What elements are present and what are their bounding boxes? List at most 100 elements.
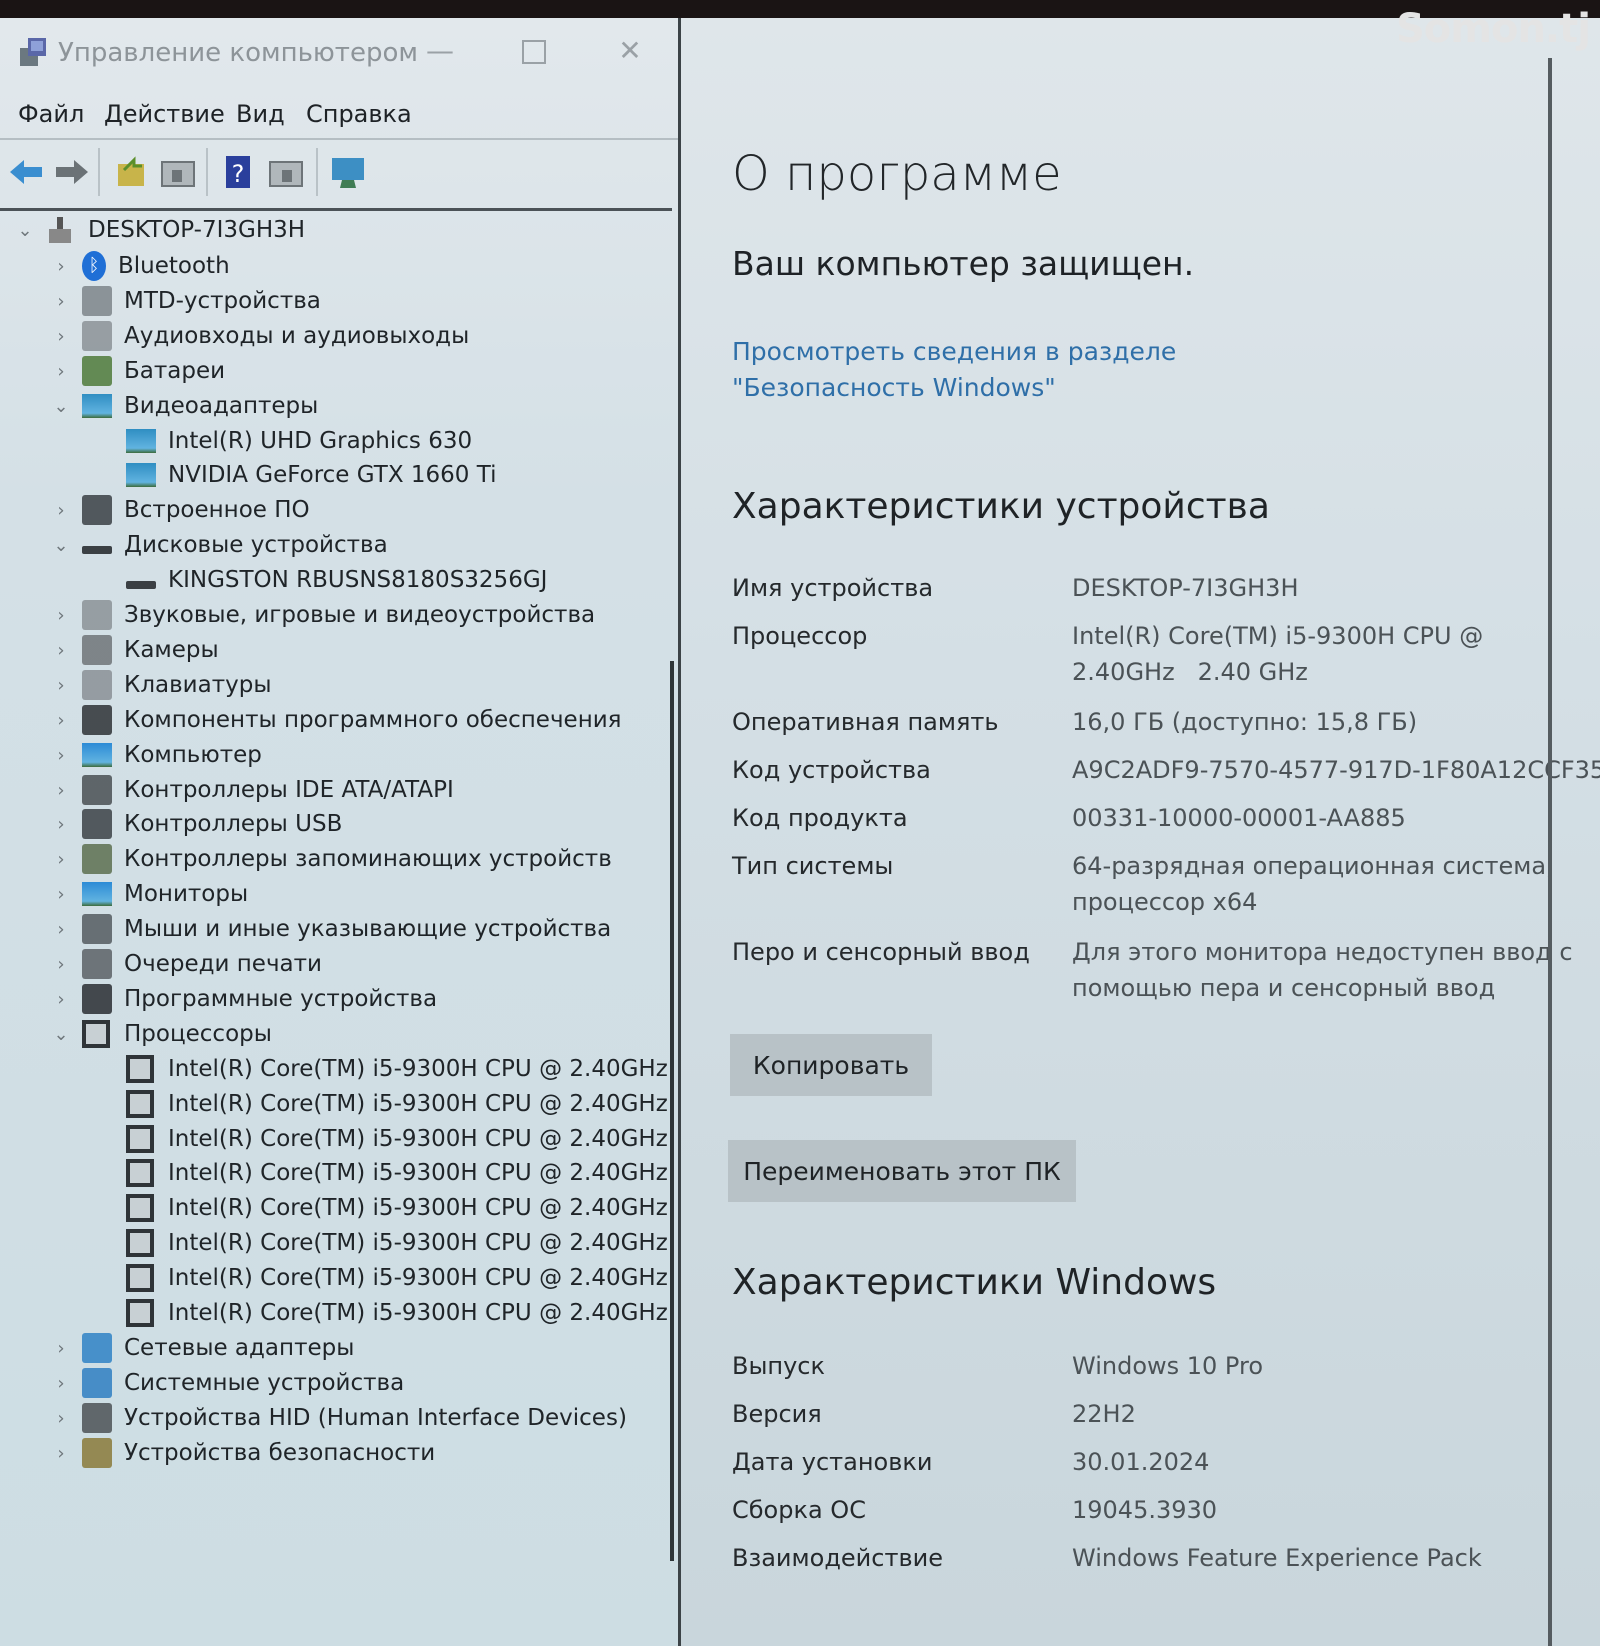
tree-device[interactable]: Intel(R) Core(TM) i5-9300H CPU @ 2.40GHz [126,1122,668,1156]
tree-category[interactable]: › Системные устройства [50,1366,404,1400]
minimize-button[interactable]: — [420,34,460,68]
chevron-right-icon[interactable]: › [50,1338,72,1359]
menu-bar: Файл Действие Вид Справка [0,92,678,136]
tree-category[interactable]: › Встроенное ПО [50,493,310,527]
tree-category[interactable]: › Очереди печати [50,947,322,981]
chevron-right-icon[interactable]: › [50,989,72,1010]
chevron-right-icon[interactable]: › [50,256,72,277]
tree-item-label: Видеоадаптеры [124,393,319,419]
rename-pc-button[interactable]: Переименовать этот ПК [728,1140,1076,1202]
tree-category[interactable]: › Контроллеры USB [50,807,342,841]
chevron-right-icon[interactable]: › [50,1373,72,1394]
disk-drive-icon [82,546,112,554]
chevron-right-icon[interactable]: › [50,745,72,766]
up-folder-icon[interactable] [112,150,152,194]
tree-category[interactable]: › Контроллеры IDE ATA/ATAPI [50,773,454,807]
tree-category[interactable]: › Устройства HID (Human Interface Devices… [50,1401,627,1435]
tree-device[interactable]: Intel(R) Core(TM) i5-9300H CPU @ 2.40GHz [126,1087,668,1121]
tree-item-label: Сетевые адаптеры [124,1335,355,1361]
processor-icon [82,1020,110,1048]
menu-help[interactable]: Справка [306,100,412,128]
chevron-down-icon[interactable]: ⌄ [50,535,72,556]
tree-category[interactable]: › Мониторы [50,877,248,911]
chevron-right-icon[interactable]: › [50,675,72,696]
menu-view[interactable]: Вид [236,100,285,128]
tree-category[interactable]: › Контроллеры запоминающих устройств [50,842,612,876]
chevron-right-icon[interactable]: › [50,326,72,347]
tree-category[interactable]: › Компьютер [50,738,262,772]
menu-action[interactable]: Действие [104,100,225,128]
title-bar[interactable]: Управление компьютером — ✕ [0,18,678,82]
copy-button[interactable]: Копировать [730,1034,932,1096]
show-action-pane-icon[interactable] [266,150,306,194]
tree-category[interactable]: › Сетевые адаптеры [50,1331,354,1365]
chevron-right-icon[interactable]: › [50,849,72,870]
menu-file[interactable]: Файл [18,100,84,128]
tree-category[interactable]: ⌄ Дисковые устройства [50,528,387,562]
tree-device[interactable]: Intel(R) UHD Graphics 630 [126,424,472,458]
window-border [1548,58,1552,1646]
processor-icon [126,1264,154,1292]
close-button[interactable]: ✕ [610,34,650,68]
chevron-right-icon[interactable]: › [50,500,72,521]
monitor-icon[interactable] [328,150,368,194]
disk-drive-icon [126,581,156,589]
chevron-right-icon[interactable]: › [50,884,72,905]
tree-category[interactable]: › Звуковые, игровые и видеоустройства [50,598,595,632]
tree-device[interactable]: Intel(R) Core(TM) i5-9300H CPU @ 2.40GHz [126,1191,668,1225]
tree-category[interactable]: › Клавиатуры [50,668,272,702]
chevron-right-icon[interactable]: › [50,780,72,801]
chevron-right-icon[interactable]: › [50,954,72,975]
tree-item-label: Встроенное ПО [124,497,310,523]
tree-category[interactable]: › Мыши и иные указывающие устройства [50,912,611,946]
tree-device[interactable]: Intel(R) Core(TM) i5-9300H CPU @ 2.40GHz [126,1156,668,1190]
storage-controller-icon [82,844,112,874]
tree-category[interactable]: › Аудиовходы и аудиовыходы [50,319,469,353]
tree-category[interactable]: ⌄ Видеоадаптеры [50,389,318,423]
chevron-right-icon[interactable]: › [50,814,72,835]
chevron-right-icon[interactable]: › [50,361,72,382]
tree-device[interactable]: KINGSTON RBUSNS8180S3256GJ [126,563,547,597]
processor-icon [126,1229,154,1257]
tree-category[interactable]: › Компоненты программного обеспечения [50,703,622,737]
windows-security-link[interactable]: Просмотреть сведения в разделе "Безопасн… [732,334,1372,406]
chevron-right-icon[interactable]: › [50,919,72,940]
tree-item-label: Контроллеры запоминающих устройств [124,846,612,872]
show-hide-tree-icon[interactable] [158,150,198,194]
tree-category[interactable]: › Программные устройства [50,982,437,1016]
tree-device[interactable]: Intel(R) Core(TM) i5-9300H CPU @ 2.40GHz [126,1296,668,1330]
toolbar-separator [206,148,208,196]
protection-status: Ваш компьютер защищен. [732,244,1195,283]
tree-root[interactable]: ⌄ DESKTOP-7I3GH3H [14,213,305,247]
chevron-right-icon[interactable]: › [50,1408,72,1429]
display-adapter-icon [126,463,156,487]
tree-device[interactable]: Intel(R) Core(TM) i5-9300H CPU @ 2.40GHz [126,1226,668,1260]
tree-device[interactable]: Intel(R) Core(TM) i5-9300H CPU @ 2.40GHz [126,1261,668,1295]
chevron-right-icon[interactable]: › [50,291,72,312]
chevron-right-icon[interactable]: › [50,605,72,626]
chevron-down-icon[interactable]: ⌄ [50,396,72,417]
chevron-down-icon[interactable]: ⌄ [14,220,36,241]
tree-category[interactable]: › MTD-устройства [50,284,321,318]
tree-category[interactable]: ⌄ Процессоры [50,1017,272,1051]
chevron-right-icon[interactable]: › [50,710,72,731]
toolbar-separator [316,148,318,196]
back-icon[interactable] [6,150,46,194]
chevron-right-icon[interactable]: › [50,640,72,661]
tree-device[interactable]: Intel(R) Core(TM) i5-9300H CPU @ 2.40GHz [126,1052,668,1086]
tree-category[interactable]: › Батареи [50,354,225,388]
help-icon[interactable]: ? [218,150,258,194]
tree-category[interactable]: › Устройства безопасности [50,1436,435,1470]
tree-item-label: Компьютер [124,742,262,768]
chevron-right-icon[interactable]: › [50,1443,72,1464]
tree-device[interactable]: NVIDIA GeForce GTX 1660 Ti [126,458,496,492]
maximize-button[interactable] [514,34,554,68]
tree-category[interactable]: › ᛒ Bluetooth [50,249,230,283]
chevron-down-icon[interactable]: ⌄ [50,1024,72,1045]
forward-icon[interactable] [52,150,92,194]
tree-item-label: Очереди печати [124,951,322,977]
spec-label: Дата установки [732,1448,933,1476]
tree-scrollbar[interactable] [670,661,674,1561]
tree-category[interactable]: › Камеры [50,633,219,667]
device-tree[interactable]: ⌄ DESKTOP-7I3GH3H › ᛒ Bluetooth › MTD-устрой… [0,208,674,1641]
